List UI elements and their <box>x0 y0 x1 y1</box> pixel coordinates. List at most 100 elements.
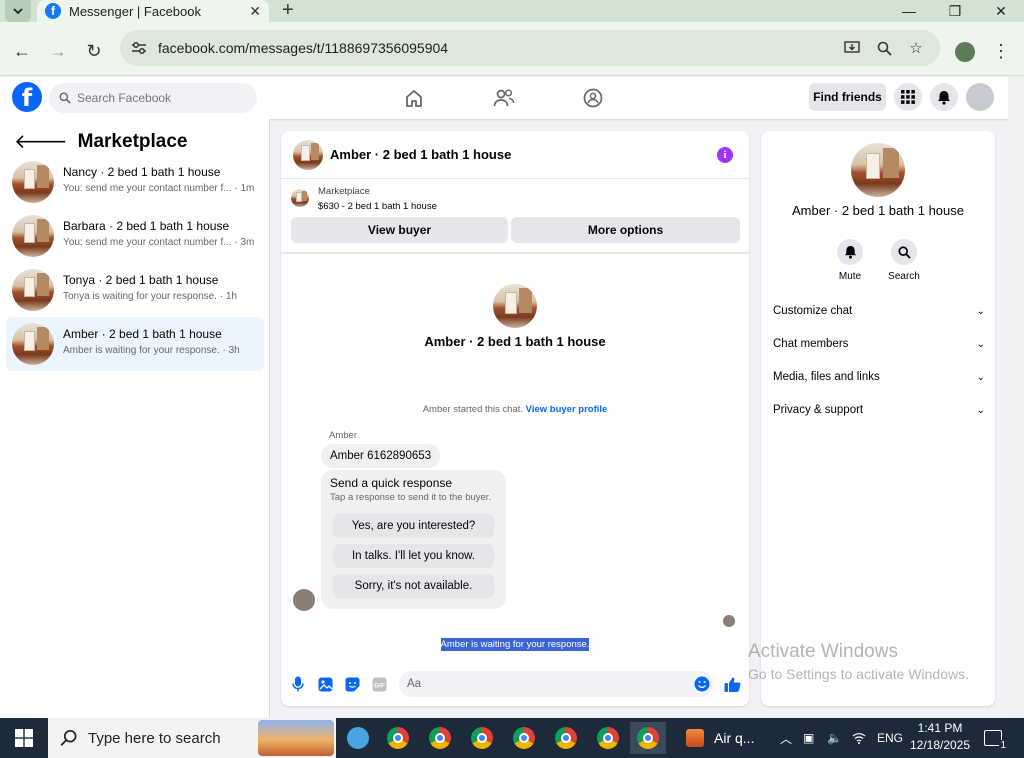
svg-text:GIF: GIF <box>374 682 385 689</box>
groups-nav-icon[interactable] <box>579 85 607 111</box>
chat-members-section[interactable]: Chat members ⌄ <box>773 332 985 356</box>
chevron-down-icon: ⌄ <box>976 338 985 350</box>
close-tab-icon[interactable]: ✕ <box>249 3 261 20</box>
photo-icon[interactable] <box>316 675 334 693</box>
chat-panel: Amber · 2 bed 1 bath 1 house i Marketpla… <box>281 131 749 706</box>
quick-response-option[interactable]: Sorry, it's not available. <box>333 574 494 598</box>
conversation-name: Tonya · 2 bed 1 bath 1 house <box>63 273 219 287</box>
notifications-bell-icon[interactable] <box>930 83 958 111</box>
taskbar-chrome-icon[interactable] <box>380 722 416 754</box>
taskbar-chrome-icon[interactable] <box>548 722 584 754</box>
air-quality-icon <box>686 729 704 747</box>
volume-icon[interactable]: 🔈 <box>827 718 842 758</box>
chat-title[interactable]: Amber · 2 bed 1 bath 1 house <box>330 147 511 162</box>
message-sender: Amber <box>329 430 357 441</box>
message-input[interactable]: Aa <box>399 671 713 697</box>
message-input-placeholder: Aa <box>407 678 422 690</box>
taskbar-chrome-icon[interactable] <box>590 722 626 754</box>
install-app-icon[interactable] <box>842 38 862 58</box>
home-nav-icon[interactable] <box>400 85 428 111</box>
facebook-search-input[interactable] <box>77 91 237 105</box>
notification-center[interactable]: 1 <box>984 718 1007 758</box>
bookmark-star-icon[interactable]: ☆ <box>906 38 926 58</box>
more-options-button[interactable]: More options <box>511 217 740 243</box>
account-avatar[interactable] <box>966 83 994 111</box>
chevron-down-icon: ⌄ <box>976 404 985 416</box>
emoji-icon[interactable] <box>693 675 711 693</box>
privacy-support-section[interactable]: Privacy & support ⌄ <box>773 398 985 422</box>
listing-strip: Marketplace $630 - 2 bed 1 bath 1 house … <box>281 180 749 254</box>
view-buyer-profile-link[interactable]: View buyer profile <box>526 404 608 415</box>
network-icon[interactable] <box>852 718 866 758</box>
listing-title[interactable]: $630 - 2 bed 1 bath 1 house <box>318 201 437 212</box>
chevron-down-icon <box>13 7 23 14</box>
taskbar-app-snip-icon[interactable] <box>340 722 376 754</box>
seen-indicator-avatar <box>723 615 735 627</box>
minimize-button[interactable]: — <box>886 0 932 22</box>
friends-nav-icon[interactable] <box>490 85 518 111</box>
taskbar-search[interactable]: Type here to search <box>48 718 336 758</box>
notification-count: 1 <box>999 740 1007 751</box>
tab-search-button[interactable] <box>5 0 31 22</box>
find-friends-button[interactable]: Find friends <box>809 83 886 111</box>
browser-profile-icon[interactable] <box>955 42 975 62</box>
microphone-icon[interactable] <box>289 675 307 693</box>
info-icon[interactable]: i <box>717 147 733 163</box>
facebook-search[interactable] <box>49 83 257 113</box>
gif-icon[interactable]: GIF <box>370 675 388 693</box>
conversation-item-selected[interactable]: Amber · 2 bed 1 bath 1 house Amber is wa… <box>6 317 264 371</box>
restore-button[interactable]: ❐ <box>932 0 978 22</box>
sender-avatar <box>293 589 315 611</box>
sticker-icon[interactable] <box>343 675 361 693</box>
quick-response-option[interactable]: In talks. I'll let you know. <box>333 544 494 568</box>
thumbs-up-icon[interactable] <box>723 675 741 693</box>
new-tab-button[interactable]: + <box>282 0 294 22</box>
taskbar-chrome-icon[interactable] <box>464 722 500 754</box>
section-label: Privacy & support <box>773 404 864 416</box>
message-composer: GIF Aa <box>281 669 749 701</box>
input-language[interactable]: ENG <box>877 718 903 758</box>
quick-response-subtitle: Tap a response to send it to the buyer. <box>330 492 492 503</box>
menu-grid-icon[interactable] <box>894 83 922 111</box>
profile-name: Amber · 2 bed 1 bath 1 house <box>424 334 606 349</box>
section-label: Customize chat <box>773 305 853 317</box>
back-arrow-icon[interactable]: 🡐 <box>14 129 68 154</box>
quick-response-option[interactable]: Yes, are you interested? <box>333 514 494 538</box>
start-button[interactable] <box>0 718 48 758</box>
conversation-item[interactable]: Tonya · 2 bed 1 bath 1 house Tonya is wa… <box>6 263 264 317</box>
customize-chat-section[interactable]: Customize chat ⌄ <box>773 299 985 323</box>
taskbar-chrome-icon-active[interactable] <box>630 722 666 754</box>
meet-now-icon[interactable]: ▣ <box>803 718 814 758</box>
taskbar-chrome-icon[interactable] <box>422 722 458 754</box>
back-button[interactable]: ← <box>10 39 34 63</box>
clock[interactable]: 1:41 PM 12/18/2025 <box>905 720 975 754</box>
conversation-item[interactable]: Nancy · 2 bed 1 bath 1 house You: send m… <box>6 155 264 209</box>
tab-title: Messenger | Facebook <box>69 3 201 19</box>
windows-taskbar: Type here to search Air q... ︿ ▣ 🔈 ENG 1… <box>0 718 1024 758</box>
site-settings-icon[interactable] <box>130 39 148 57</box>
show-hidden-icons[interactable]: ︿ <box>780 718 792 758</box>
close-window-button[interactable]: ✕ <box>978 0 1024 22</box>
view-buyer-button[interactable]: View buyer <box>291 217 508 243</box>
browser-menu-icon[interactable]: ⋮ <box>992 42 1010 60</box>
page-scrollbar[interactable] <box>1008 77 1024 718</box>
chat-started-notice: Amber started this chat. View buyer prof… <box>281 404 749 415</box>
weather-widget[interactable]: Air q... <box>686 718 754 758</box>
media-files-links-section[interactable]: Media, files and links ⌄ <box>773 365 985 389</box>
section-label: Media, files and links <box>773 371 880 383</box>
browser-tab[interactable]: f Messenger | Facebook ✕ <box>37 0 269 22</box>
search-in-chat-button[interactable]: Search <box>884 239 924 282</box>
chat-avatar[interactable] <box>293 140 323 170</box>
info-name: Amber · 2 bed 1 bath 1 house <box>791 203 964 218</box>
forward-button[interactable]: → <box>46 39 70 63</box>
listing-thumbnail <box>12 323 54 365</box>
conversation-item[interactable]: Barbara · 2 bed 1 bath 1 house You: send… <box>6 209 264 263</box>
mute-button[interactable]: Mute <box>830 239 870 282</box>
facebook-logo-icon[interactable]: f <box>12 82 42 112</box>
bell-icon <box>844 245 856 259</box>
mute-label: Mute <box>838 271 862 282</box>
taskbar-chrome-icon[interactable] <box>506 722 542 754</box>
reload-button[interactable]: ↻ <box>82 39 106 63</box>
zoom-icon[interactable] <box>874 38 894 58</box>
omnibox[interactable]: facebook.com/messages/t/1188697356095904… <box>120 30 940 66</box>
